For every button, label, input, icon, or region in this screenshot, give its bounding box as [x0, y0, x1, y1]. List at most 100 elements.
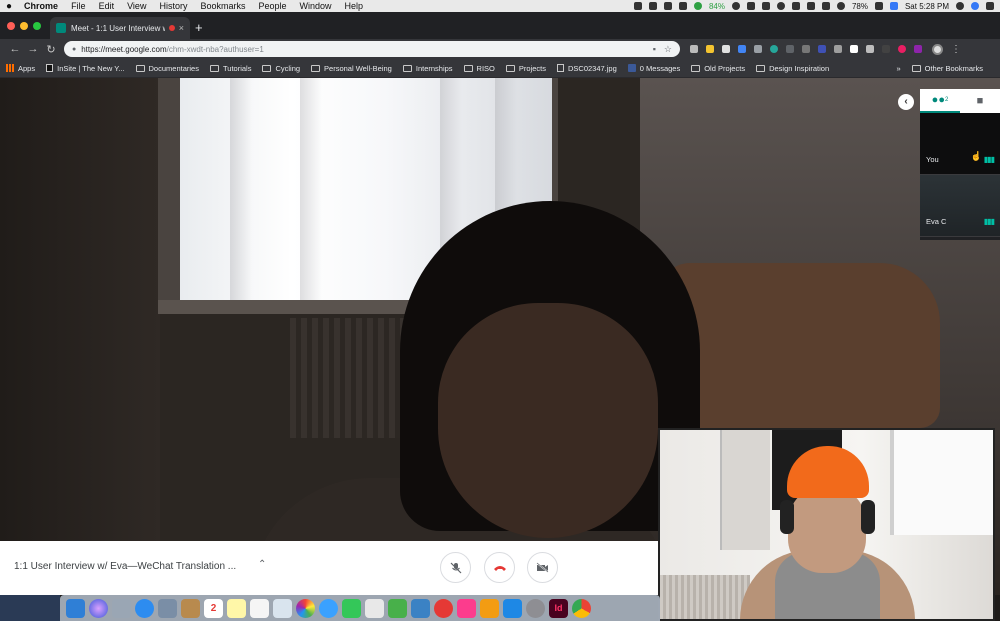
bookmark-folder[interactable]: Personal Well-Being: [311, 64, 392, 73]
calendar-icon[interactable]: 2: [204, 598, 223, 618]
lock-icon[interactable]: ●: [72, 46, 76, 53]
menu-view[interactable]: View: [127, 1, 146, 11]
extension-icon[interactable]: [882, 45, 890, 53]
launchpad-icon[interactable]: [112, 598, 131, 618]
bookmark-star-icon[interactable]: ☆: [664, 44, 672, 55]
meeting-title[interactable]: 1:1 User Interview w/ Eva—WeChat Transla…: [14, 561, 252, 572]
bookmark-folder[interactable]: Internships: [402, 64, 453, 73]
reload-button[interactable]: ↻: [42, 43, 60, 56]
extension-icon[interactable]: [866, 45, 874, 53]
app-store-icon[interactable]: [503, 598, 522, 618]
extension-icon[interactable]: [834, 45, 842, 53]
menu-window[interactable]: Window: [300, 1, 332, 11]
bluetooth-icon[interactable]: [821, 2, 830, 10]
menu-history[interactable]: History: [159, 1, 187, 11]
close-window-icon[interactable]: [7, 22, 15, 30]
camera-toggle-button[interactable]: [527, 552, 558, 583]
camera-permission-icon[interactable]: ▪: [653, 44, 656, 55]
status-icon[interactable]: [746, 2, 755, 10]
mic-toggle-button[interactable]: [440, 552, 471, 583]
finder-icon[interactable]: [66, 598, 85, 618]
menu-edit[interactable]: Edit: [99, 1, 115, 11]
maximize-window-icon[interactable]: [33, 22, 41, 30]
bookmark-folder[interactable]: Projects: [505, 64, 546, 73]
tab-people[interactable]: ●● 2: [920, 89, 960, 113]
wifi-icon[interactable]: [836, 2, 845, 10]
extension-icon[interactable]: [786, 45, 794, 53]
flag-icon[interactable]: [889, 2, 898, 10]
preview-icon[interactable]: [158, 598, 177, 618]
forward-button[interactable]: →: [24, 43, 42, 55]
facetime-icon[interactable]: [342, 598, 361, 618]
menu-file[interactable]: File: [71, 1, 86, 11]
notes-icon[interactable]: [227, 598, 246, 618]
system-preferences-icon[interactable]: [526, 598, 545, 618]
status-icon[interactable]: [776, 2, 785, 10]
menu-help[interactable]: Help: [345, 1, 364, 11]
news-icon[interactable]: [434, 598, 453, 618]
extension-icon[interactable]: [914, 45, 922, 53]
tab-meet[interactable]: Meet - 1:1 User Interview w ×: [50, 17, 190, 39]
self-video-feed[interactable]: [658, 428, 995, 621]
participant-tile-you[interactable]: ☝ You ▮▮▮: [920, 113, 1000, 175]
safari-icon[interactable]: [135, 598, 154, 618]
bookmark-folder[interactable]: Tutorials: [209, 64, 251, 73]
apple-menu-icon[interactable]: ●: [6, 1, 12, 12]
hang-up-button[interactable]: [484, 552, 515, 583]
contacts-icon[interactable]: [181, 598, 200, 618]
airplay-icon[interactable]: [806, 2, 815, 10]
status-icon[interactable]: [633, 2, 642, 10]
battery-app-icon[interactable]: [693, 2, 702, 10]
extension-icon[interactable]: [706, 45, 714, 53]
pages-icon[interactable]: [365, 598, 384, 618]
chrome-icon[interactable]: [572, 598, 591, 618]
siri-icon[interactable]: [89, 598, 108, 618]
back-button[interactable]: ←: [6, 43, 24, 55]
numbers-icon[interactable]: [388, 598, 407, 618]
extension-icon[interactable]: [802, 45, 810, 53]
bookmark-item[interactable]: DSC02347.jpg: [556, 64, 617, 73]
spotlight-icon[interactable]: [956, 2, 964, 10]
profile-avatar[interactable]: [932, 43, 943, 55]
bookmark-item[interactable]: InSite | The New Y...: [46, 64, 125, 73]
address-bar[interactable]: ● https://meet.google.com /chm-xwdt-nba?…: [64, 41, 680, 57]
collapse-panel-button[interactable]: ‹: [898, 94, 914, 110]
status-icon[interactable]: [648, 2, 657, 10]
extension-icon[interactable]: [850, 45, 858, 53]
siri-icon[interactable]: [971, 2, 979, 10]
extension-icon[interactable]: [738, 45, 746, 53]
keynote-icon[interactable]: [411, 598, 430, 618]
books-icon[interactable]: [480, 598, 499, 618]
tab-close-icon[interactable]: ×: [179, 23, 184, 33]
photos-icon[interactable]: [296, 598, 315, 618]
extension-icon[interactable]: [722, 45, 730, 53]
participant-tile-eva[interactable]: Eva C ▮▮▮: [920, 175, 1000, 237]
extension-icon[interactable]: [898, 45, 906, 53]
notification-center-icon[interactable]: [986, 2, 994, 10]
reminders-icon[interactable]: [250, 598, 269, 618]
extension-icon[interactable]: [818, 45, 826, 53]
extension-icon[interactable]: [690, 45, 698, 53]
menu-bookmarks[interactable]: Bookmarks: [200, 1, 245, 11]
bookmark-folder[interactable]: Cycling: [262, 64, 300, 73]
bookmark-apps[interactable]: Apps: [6, 64, 35, 73]
indesign-icon[interactable]: Id: [549, 598, 568, 618]
clock[interactable]: Sat 5:28 PM: [905, 2, 949, 11]
bookmark-folder[interactable]: Old Projects: [691, 64, 745, 73]
menu-app-chrome[interactable]: Chrome: [24, 1, 58, 11]
music-icon[interactable]: [457, 598, 476, 618]
status-icon[interactable]: [731, 2, 740, 10]
chrome-menu-icon[interactable]: ⋮: [951, 44, 961, 55]
menu-people[interactable]: People: [258, 1, 286, 11]
bookmarks-overflow-button[interactable]: »: [896, 64, 900, 73]
messages-icon[interactable]: [319, 598, 338, 618]
battery-icon[interactable]: [874, 2, 883, 10]
dropbox-icon[interactable]: [761, 2, 770, 10]
bookmark-folder[interactable]: RISO: [463, 64, 495, 73]
status-icon[interactable]: [791, 2, 800, 10]
extension-icon[interactable]: [770, 45, 778, 53]
extension-icon[interactable]: [754, 45, 762, 53]
minimize-window-icon[interactable]: [20, 22, 28, 30]
meeting-details-caret-icon[interactable]: ⌃: [258, 559, 266, 570]
status-icon[interactable]: [678, 2, 687, 10]
